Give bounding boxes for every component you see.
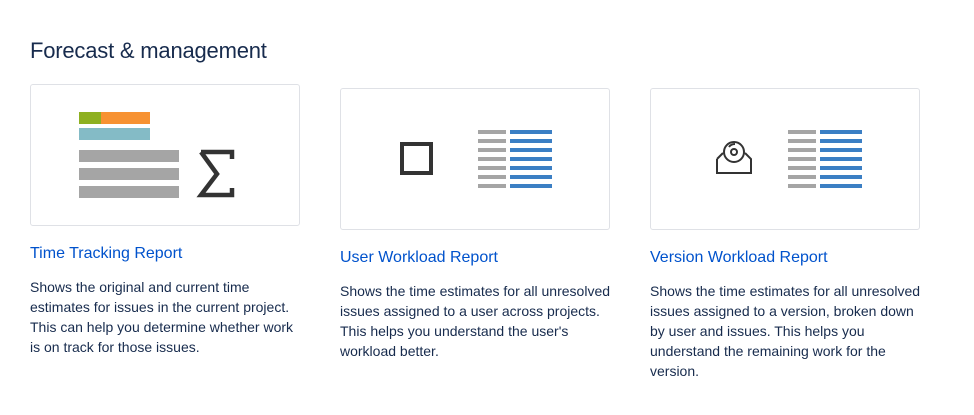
report-card-time-tracking: Time Tracking Report Shows the original … — [30, 84, 300, 357]
version-workload-thumbnail[interactable] — [650, 88, 920, 230]
time-tracking-illustration-icon — [79, 112, 235, 198]
version-workload-report-description: Shows the time estimates for all unresol… — [650, 283, 921, 379]
time-tracking-report-link[interactable]: Time Tracking Report — [30, 244, 300, 264]
user-workload-report-link[interactable]: User Workload Report — [340, 248, 610, 268]
user-workload-report-description: Shows the time estimates for all unresol… — [340, 283, 611, 359]
section-title: Forecast & management — [30, 38, 267, 63]
user-workload-thumbnail[interactable] — [340, 88, 610, 230]
user-workload-illustration-icon — [400, 130, 552, 188]
version-workload-illustration-icon — [716, 130, 862, 188]
version-workload-report-link[interactable]: Version Workload Report — [650, 248, 920, 268]
time-tracking-report-description: Shows the original and current time esti… — [30, 279, 294, 355]
report-card-user-workload: User Workload Report Shows the time esti… — [340, 88, 610, 361]
report-card-version-workload: Version Workload Report Shows the time e… — [650, 88, 920, 381]
time-tracking-thumbnail[interactable] — [30, 84, 300, 226]
